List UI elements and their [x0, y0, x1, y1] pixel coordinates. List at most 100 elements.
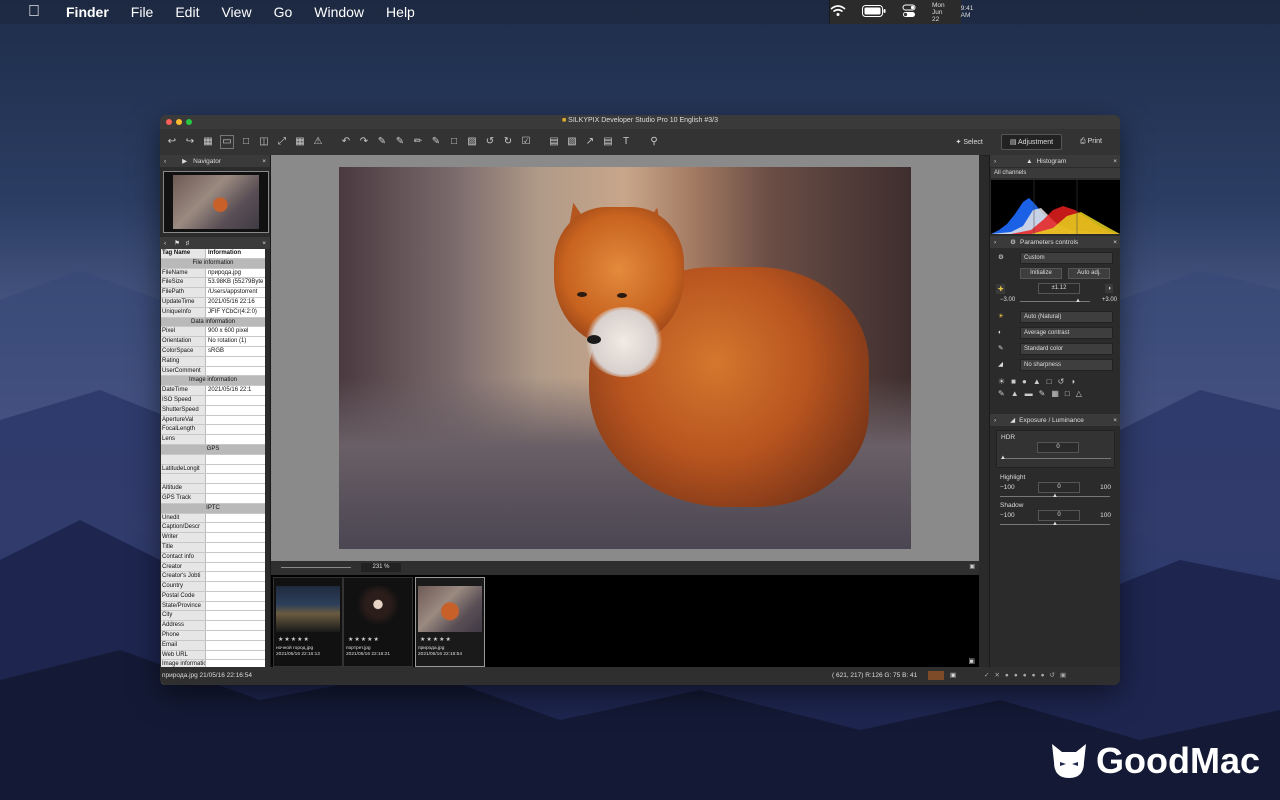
info-row[interactable]: Phone [161, 631, 265, 641]
panel-close-icon[interactable]: × [262, 158, 266, 165]
hdr-slider-handle[interactable]: ▲ [1000, 455, 1006, 461]
navigator-thumbnail[interactable] [163, 171, 269, 233]
film-thumb-portrait[interactable]: ★★★★★ портрет.jpg 2021/05/16 22:16:21 [343, 577, 413, 667]
single-view-icon[interactable]: ▭ [220, 135, 234, 149]
main-photo[interactable] [339, 167, 911, 549]
info-tab-icon[interactable]: ⚑ [174, 239, 180, 247]
hdr-value[interactable]: 0 [1037, 442, 1079, 453]
panel-close-icon[interactable]: × [262, 240, 266, 247]
wb-dropdown[interactable]: Auto (Natural) [1020, 311, 1113, 323]
menubar-time[interactable]: 9:41 AM [961, 5, 974, 19]
select-button[interactable]: ✦ Select [948, 135, 991, 149]
adjustment-button[interactable]: ▤ Adjustment [1000, 134, 1063, 150]
info-row[interactable]: Rating [161, 356, 265, 367]
exposure-slider-handle[interactable]: ▲ [1075, 298, 1081, 304]
preset-gear-icon[interactable]: ⚙ [998, 253, 1004, 261]
rotate-right-icon[interactable]: ↻ [502, 136, 514, 148]
filmstrip-toggle-icon[interactable]: ▣ [968, 657, 975, 665]
info-row[interactable]: ISO Speed [161, 395, 265, 406]
sharpness-icon[interactable]: ◢ [998, 360, 1003, 368]
info-row[interactable]: Contact info [161, 552, 265, 563]
redo-icon[interactable]: ↷ [358, 136, 370, 148]
film-thumb-night-city[interactable]: ★★★★★ ночной город.jpg 2021/05/16 22:16:1… [273, 577, 343, 667]
panel-close-icon[interactable]: × [1113, 417, 1117, 424]
menu-app-name[interactable]: Finder [66, 4, 109, 20]
info-row[interactable]: ApertureVal [161, 415, 265, 426]
collapse-icon[interactable]: ‹ [164, 240, 166, 247]
collapse-icon[interactable]: ‹ [164, 158, 166, 165]
info-row[interactable]: FilePath/Users/appstorrent [161, 288, 265, 298]
info-row[interactable]: Email [161, 640, 265, 651]
preview-icon[interactable]: □ [240, 136, 252, 148]
exposure-icon[interactable]: ✚ [996, 284, 1006, 294]
info-row[interactable]: LatitudeLongit [161, 464, 265, 475]
collapse-icon[interactable]: › [994, 158, 996, 165]
zoom-slider[interactable] [281, 567, 351, 568]
panel-close-icon[interactable]: × [1113, 239, 1117, 246]
status-tool-icons[interactable]: ✓✕●●●●●↺▣ [984, 671, 1071, 679]
brush-icon[interactable]: ✏ [412, 136, 424, 148]
eyedropper-icon[interactable]: ✎ [376, 136, 388, 148]
rating-stars[interactable]: ★★★★★ [278, 636, 310, 643]
info-row[interactable]: FileSize 53.98KB (55279Byte [161, 278, 265, 289]
wifi-icon[interactable] [830, 5, 846, 19]
batch-icon[interactable]: ▧ [566, 136, 578, 148]
info-row[interactable]: Orientation No rotation (1) [161, 337, 265, 347]
pen-icon[interactable]: ✎ [430, 136, 442, 148]
warning-icon[interactable]: ⚠ [312, 136, 324, 148]
info-row[interactable]: Postal Code [161, 591, 265, 602]
wb-dropper-icon[interactable]: ✎ [394, 136, 406, 148]
export-icon[interactable]: ↗ [584, 136, 596, 148]
contrast-icon[interactable]: ◐ [998, 329, 1002, 336]
info-row[interactable] [161, 474, 265, 485]
develop-icon[interactable]: ▤ [548, 136, 560, 148]
white-balance-icon[interactable]: ☀ [998, 312, 1004, 320]
preset-dropdown[interactable]: Custom [1020, 252, 1113, 264]
sharpness-dropdown[interactable]: No sharpness [1020, 359, 1113, 371]
compare-icon[interactable]: ◫ [258, 136, 270, 148]
highlight-value[interactable]: 0 [1038, 482, 1080, 493]
menu-view[interactable]: View [221, 4, 251, 20]
info-row[interactable]: Creator's Jobti [161, 572, 265, 583]
display-icon[interactable]: ▤ [602, 136, 614, 148]
menu-window[interactable]: Window [314, 4, 364, 20]
crop-icon[interactable]: □ [448, 136, 460, 148]
undo-icon[interactable]: ↶ [340, 136, 352, 148]
keyword-tab-icon[interactable]: ♯ [186, 240, 189, 247]
eraser-icon[interactable]: ▨ [466, 136, 478, 148]
panel-close-icon[interactable]: × [1113, 158, 1117, 165]
menu-file[interactable]: File [131, 4, 154, 20]
hdr-slider[interactable] [1001, 458, 1111, 459]
color-dropdown[interactable]: Standard color [1020, 343, 1113, 355]
text-icon[interactable]: T [620, 136, 632, 148]
check-icon[interactable]: ☑ [520, 136, 532, 148]
zoom-level[interactable]: 231 % [361, 563, 401, 572]
collapse-icon[interactable]: › [994, 417, 996, 424]
exposure-value[interactable]: ±1.12 [1038, 283, 1080, 294]
info-row[interactable]: Writer [161, 533, 265, 543]
info-row[interactable]: DateTime 2021/05/16 22:1 [161, 386, 265, 396]
swatch-mode-icon[interactable]: ▣ [950, 671, 956, 679]
print-button[interactable]: ⎙ Print [1072, 135, 1110, 149]
info-row[interactable]: UniqueInfo JFIF YCbCr(4:2:0) [161, 307, 265, 318]
info-row[interactable]: Pixel 900 x 600 pixel [161, 327, 265, 338]
info-row[interactable]: Web URL [161, 650, 265, 661]
image-viewer[interactable] [271, 155, 979, 561]
rating-stars[interactable]: ★★★★★ [348, 636, 380, 643]
fullscreen-icon[interactable]: ⤢ [276, 136, 288, 148]
info-row[interactable]: FocalLength [161, 425, 265, 436]
control-center-icon[interactable] [902, 4, 916, 20]
info-row[interactable]: Lens [161, 435, 265, 445]
back-icon[interactable]: ↩ [166, 136, 178, 148]
menu-edit[interactable]: Edit [175, 4, 199, 20]
color-icon[interactable]: ✎ [998, 344, 1003, 352]
shadow-slider-handle[interactable]: ▲ [1052, 521, 1058, 527]
info-row[interactable]: Unedit [161, 513, 265, 524]
info-row[interactable]: Title [161, 542, 265, 553]
rotate-left-icon[interactable]: ↺ [484, 136, 496, 148]
info-row[interactable]: UpdateTime 2021/05/16 22:16 [161, 297, 265, 308]
grid-icon[interactable]: ▦ [294, 136, 306, 148]
info-row[interactable]: ColorSpace sRGB [161, 346, 265, 357]
fit-icon[interactable]: ▣ [969, 563, 975, 570]
highlight-slider-handle[interactable]: ▲ [1052, 493, 1058, 499]
